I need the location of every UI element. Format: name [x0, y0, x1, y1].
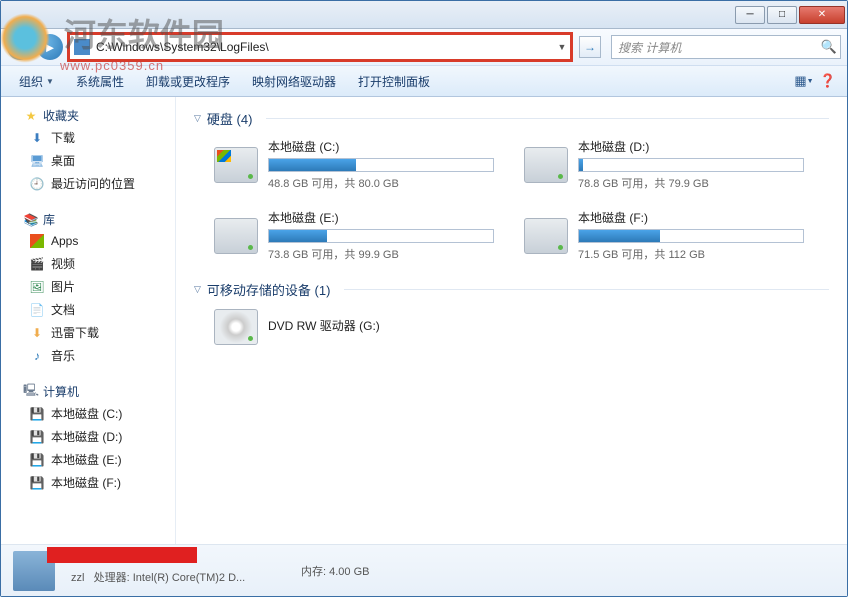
hdd-icon: 💾 [29, 406, 45, 422]
watermark-overlay: 河东软件园 www.pc0359.cn [0, 10, 224, 63]
sidebar-item-recent[interactable]: 🕘最近访问的位置 [1, 172, 175, 195]
redacted-bar [47, 547, 197, 563]
hdd-icon [214, 147, 258, 183]
drive-stats: 71.5 GB 可用，共 112 GB [578, 246, 804, 262]
sidebar-item-desktop[interactable]: 🖥桌面 [1, 149, 175, 172]
xunlei-icon: ⬇ [29, 325, 45, 341]
sidebar-item-drive-c[interactable]: 💾本地磁盘 (C:) [1, 402, 175, 425]
organize-button[interactable]: 组织▼ [9, 69, 64, 94]
drive-1[interactable]: 本地磁盘 (D:) 78.8 GB 可用，共 79.9 GB [524, 138, 804, 191]
sidebar-item-drive-d[interactable]: 💾本地磁盘 (D:) [1, 425, 175, 448]
music-icon: ♪ [29, 348, 45, 364]
desktop-icon: 🖥 [29, 153, 45, 169]
collapse-icon: ▽ [194, 113, 201, 124]
sidebar-item-apps[interactable]: Apps [1, 230, 175, 252]
removable-header[interactable]: ▽ 可移动存储的设备 (1) [194, 280, 829, 299]
content-pane: ▽ 硬盘 (4) 本地磁盘 (C:) 48.8 GB 可用，共 80.0 GB … [176, 97, 847, 544]
hdd-icon [214, 218, 258, 254]
sidebar-item-downloads[interactable]: ⬇下载 [1, 126, 175, 149]
map-network-drive-button[interactable]: 映射网络驱动器 [242, 69, 346, 94]
footer-cpu-label: 处理器: [94, 572, 130, 584]
sidebar-item-xunlei[interactable]: ⬇迅雷下载 [1, 321, 175, 344]
navigation-pane: ★ 收藏夹 ⬇下载 🖥桌面 🕘最近访问的位置 📚 库 Apps 🎬视频 🖼图片 … [1, 97, 176, 544]
footer-mem-label: 内存: [301, 566, 326, 578]
address-dropdown-icon[interactable]: ▼ [554, 42, 570, 52]
watermark-logo-icon [0, 13, 50, 63]
minimize-button[interactable]: ─ [735, 6, 765, 24]
sidebar-item-video[interactable]: 🎬视频 [1, 252, 175, 275]
watermark-text: 河东软件园 [64, 17, 224, 53]
hdd-icon: 💾 [29, 452, 45, 468]
drive-label: 本地磁盘 (F:) [578, 209, 804, 226]
footer-mem: 4.00 GB [329, 566, 369, 578]
search-icon[interactable]: 🔍 [818, 39, 840, 55]
computer-header[interactable]: 🖳 计算机 [1, 381, 175, 402]
drive-stats: 73.8 GB 可用，共 99.9 GB [268, 246, 494, 262]
dvd-icon [214, 309, 258, 345]
hdd-icon: 💾 [29, 429, 45, 445]
hdd-icon [524, 147, 568, 183]
close-button[interactable]: ✕ [799, 6, 845, 24]
library-icon: 📚 [23, 212, 39, 228]
capacity-bar [578, 158, 804, 172]
sidebar-item-drive-e[interactable]: 💾本地磁盘 (E:) [1, 448, 175, 471]
capacity-bar [578, 229, 804, 243]
collapse-icon: ▽ [194, 284, 201, 295]
control-panel-button[interactable]: 打开控制面板 [348, 69, 440, 94]
star-icon: ★ [23, 108, 39, 124]
drive-stats: 78.8 GB 可用，共 79.9 GB [578, 175, 804, 191]
drive-label: 本地磁盘 (E:) [268, 209, 494, 226]
pictures-icon: 🖼 [29, 279, 45, 295]
drive-3[interactable]: 本地磁盘 (F:) 71.5 GB 可用，共 112 GB [524, 209, 804, 262]
hdd-icon [524, 218, 568, 254]
sidebar-item-documents[interactable]: 📄文档 [1, 298, 175, 321]
favorites-header[interactable]: ★ 收藏夹 [1, 105, 175, 126]
hdd-icon: 💾 [29, 475, 45, 491]
drive-dvd[interactable]: DVD RW 驱动器 (G:) [214, 309, 494, 345]
maximize-button[interactable]: □ [767, 6, 797, 24]
drive-stats: 48.8 GB 可用，共 80.0 GB [268, 175, 494, 191]
apps-icon [29, 233, 45, 249]
computer-icon: 🖳 [23, 384, 39, 400]
video-icon: 🎬 [29, 256, 45, 272]
search-placeholder: 搜索 计算机 [612, 39, 818, 56]
search-box[interactable]: 搜索 计算机 🔍 [611, 35, 841, 59]
drive-label: 本地磁盘 (D:) [578, 138, 804, 155]
download-icon: ⬇ [29, 130, 45, 146]
recent-icon: 🕘 [29, 176, 45, 192]
capacity-bar [268, 158, 494, 172]
hard-drives-header[interactable]: ▽ 硬盘 (4) [194, 109, 829, 128]
sidebar-item-music[interactable]: ♪音乐 [1, 344, 175, 367]
documents-icon: 📄 [29, 302, 45, 318]
drive-2[interactable]: 本地磁盘 (E:) 73.8 GB 可用，共 99.9 GB [214, 209, 494, 262]
details-pane: zzl 处理器: Intel(R) Core(TM)2 D... 内存: 4.0… [1, 544, 847, 596]
help-icon[interactable]: ❓ [817, 70, 839, 92]
libraries-header[interactable]: 📚 库 [1, 209, 175, 230]
view-options-icon[interactable]: ▦▼ [793, 70, 815, 92]
drive-0[interactable]: 本地磁盘 (C:) 48.8 GB 可用，共 80.0 GB [214, 138, 494, 191]
explorer-window: ─ □ ✕ ◄ ► C:\Windows\System32\LogFiles\ … [0, 0, 848, 597]
sidebar-item-pictures[interactable]: 🖼图片 [1, 275, 175, 298]
go-button[interactable]: → [579, 36, 601, 58]
sidebar-item-drive-f[interactable]: 💾本地磁盘 (F:) [1, 471, 175, 494]
watermark-url: www.pc0359.cn [60, 58, 164, 73]
drive-label: 本地磁盘 (C:) [268, 138, 494, 155]
footer-cpu: Intel(R) Core(TM)2 D... [133, 572, 245, 584]
capacity-bar [268, 229, 494, 243]
footer-name: zzl [71, 572, 84, 584]
drive-label: DVD RW 驱动器 (G:) [268, 317, 494, 334]
